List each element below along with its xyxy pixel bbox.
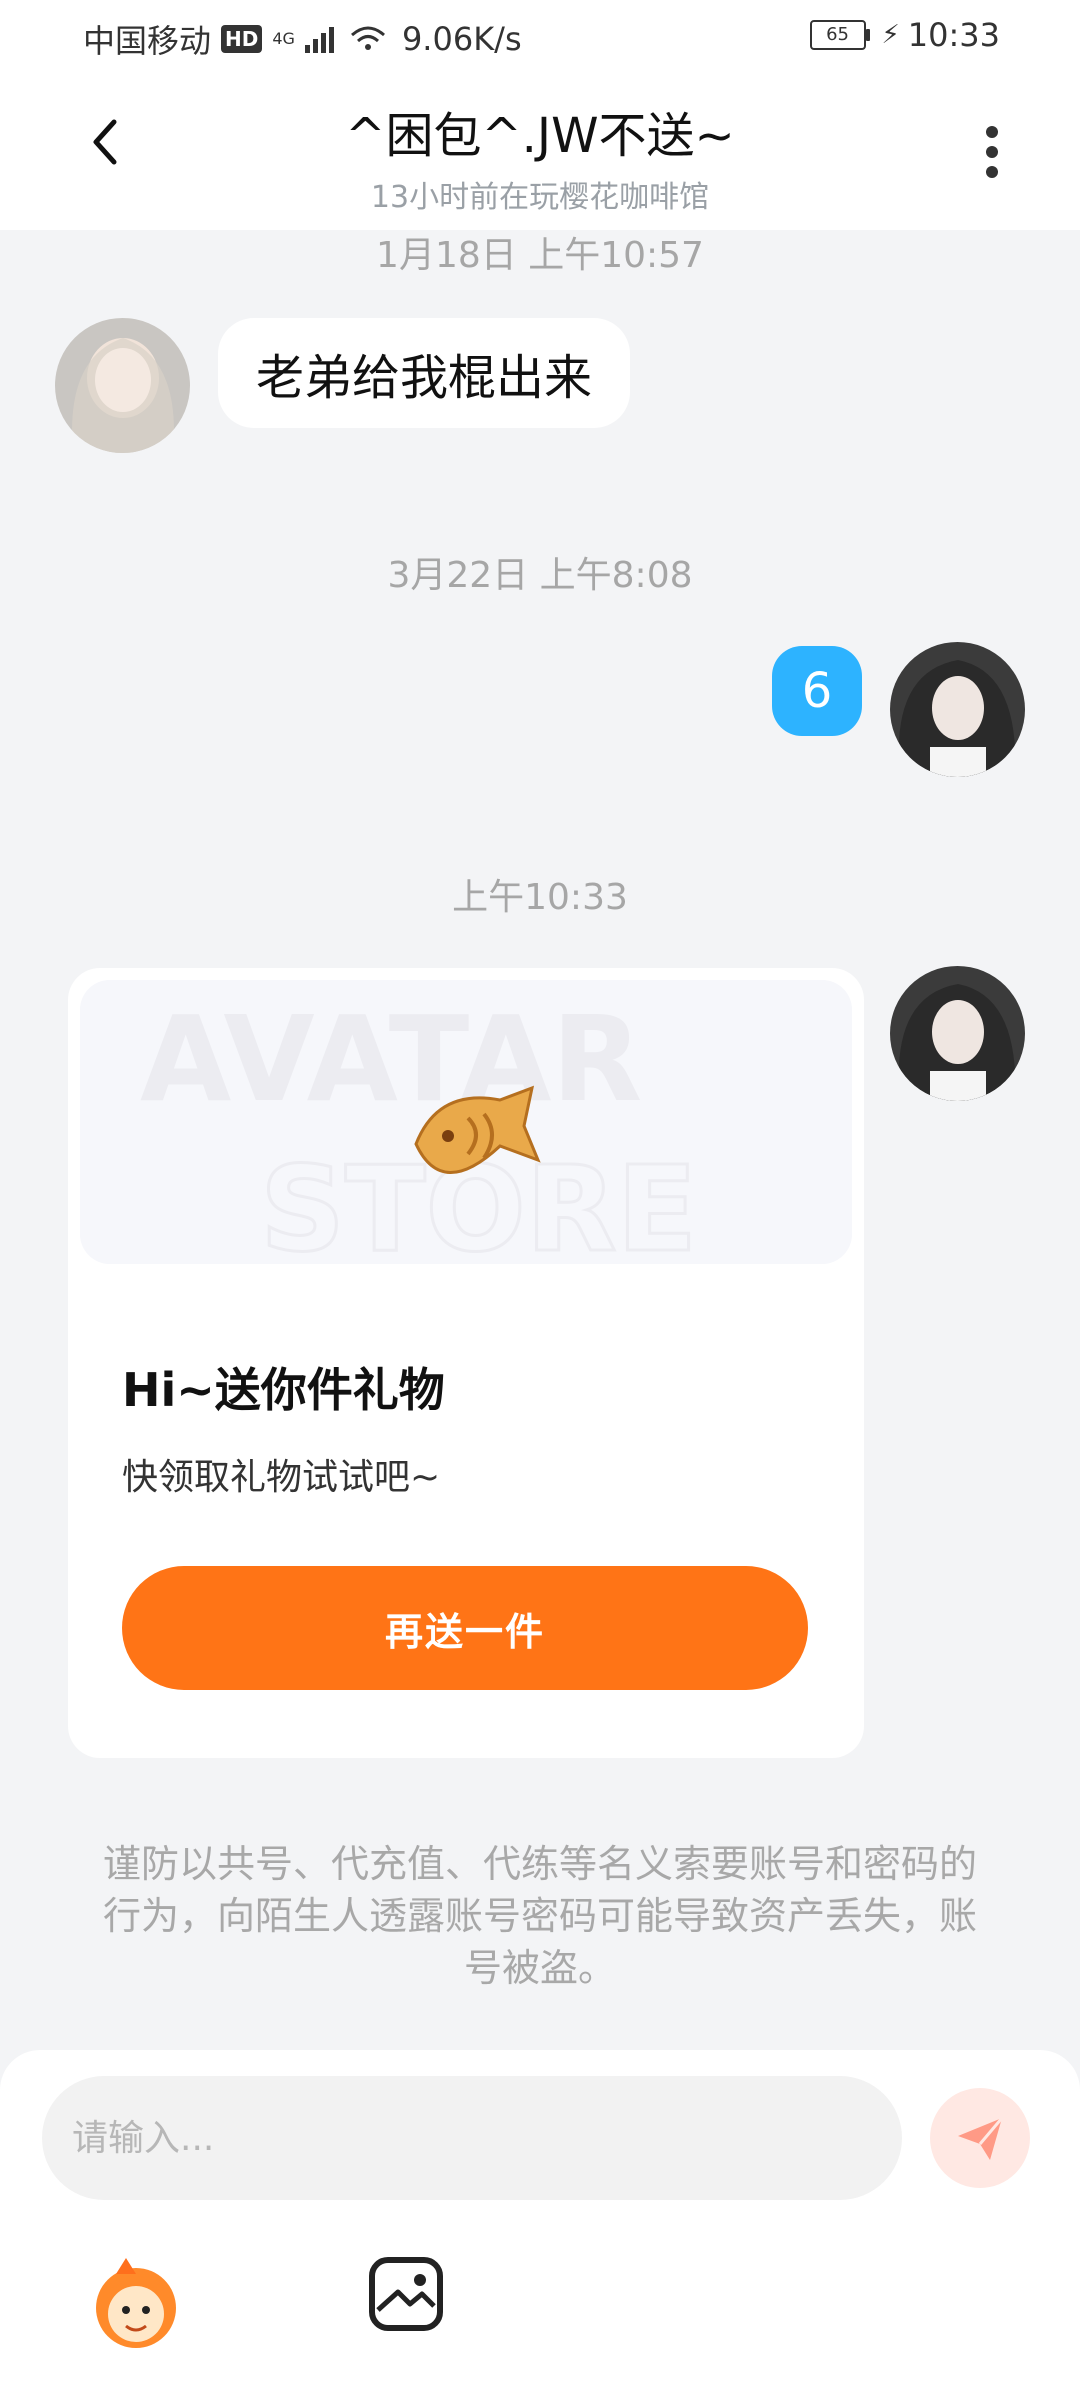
image-icon[interactable]: [366, 2254, 446, 2334]
clock: 10:33: [907, 16, 1000, 54]
timestamp: 3月22日 上午8:08: [387, 555, 693, 596]
avatar[interactable]: [55, 318, 190, 453]
signal-icon: [304, 25, 334, 53]
mascot-art: [96, 2258, 176, 2348]
send-icon: [958, 2117, 1004, 2160]
send-button[interactable]: [930, 2088, 1030, 2188]
send-gift-button[interactable]: 再送一件: [122, 1566, 808, 1690]
timestamp: 上午10:33: [452, 877, 628, 918]
network-speed: 9.06K/s: [401, 20, 522, 58]
mascot-icon[interactable]: [86, 2252, 186, 2352]
status-bar: 中国移动 HD 4G 9.06K/s 65 ⚡ 10:33: [0, 0, 1080, 70]
message-bubble-incoming[interactable]: 老弟给我棍出来: [218, 318, 631, 428]
gift-banner: AVATAR STORE: [80, 980, 852, 1264]
composer: [0, 2050, 1080, 2400]
image-art: [369, 2257, 443, 2331]
wifi-icon: [350, 26, 385, 50]
chevron-left-icon: [93, 119, 117, 165]
status-right: 65 ⚡ 10:33: [809, 16, 1000, 54]
hd-badge: HD: [221, 25, 263, 53]
title-block: ^困包^.JW不送~ 13小时前在玩樱花咖啡馆: [180, 96, 900, 216]
page-title: ^困包^.JW不送~: [345, 108, 735, 164]
status-left: 中国移动 HD 4G 9.06K/s: [83, 16, 522, 62]
gift-title: Hi~送你件礼物: [122, 1363, 445, 1417]
more-dot: [986, 146, 998, 158]
gift-card[interactable]: AVATAR STORE Hi~送你件礼物 快领取礼物试试吧~ 再送一件: [68, 968, 864, 1758]
chat-header: ^困包^.JW不送~ 13小时前在玩樱花咖啡馆: [0, 70, 1080, 230]
more-dot: [986, 166, 998, 178]
avatar-image: [55, 318, 190, 453]
network-type-label: 4G: [272, 29, 295, 48]
user-status: 13小时前在玩樱花咖啡馆: [370, 180, 710, 215]
carrier-label: 中国移动: [83, 22, 212, 60]
gift-banner-art: AVATAR STORE: [80, 980, 852, 1264]
avatar-image: [890, 642, 1025, 777]
banner-word: AVATAR: [140, 990, 642, 1128]
charging-icon: ⚡: [881, 20, 900, 50]
battery-icon: 65: [809, 20, 870, 50]
message-bubble-outgoing[interactable]: 6: [772, 646, 862, 736]
gift-description: 快领取礼物试试吧~: [122, 1457, 441, 1498]
avatar[interactable]: [890, 966, 1025, 1101]
back-button[interactable]: [78, 112, 138, 172]
message-input[interactable]: [42, 2076, 902, 2200]
more-options-button[interactable]: [978, 118, 1006, 188]
timestamp: 1月18日 上午10:57: [376, 235, 704, 276]
avatar-image: [890, 966, 1025, 1101]
avatar[interactable]: [890, 642, 1025, 777]
security-notice: 谨防以共号、代充值、代练等名义索要账号和密码的行为，向陌生人透露账号密码可能导致…: [102, 1842, 977, 1990]
more-vertical-icon: [986, 126, 998, 138]
